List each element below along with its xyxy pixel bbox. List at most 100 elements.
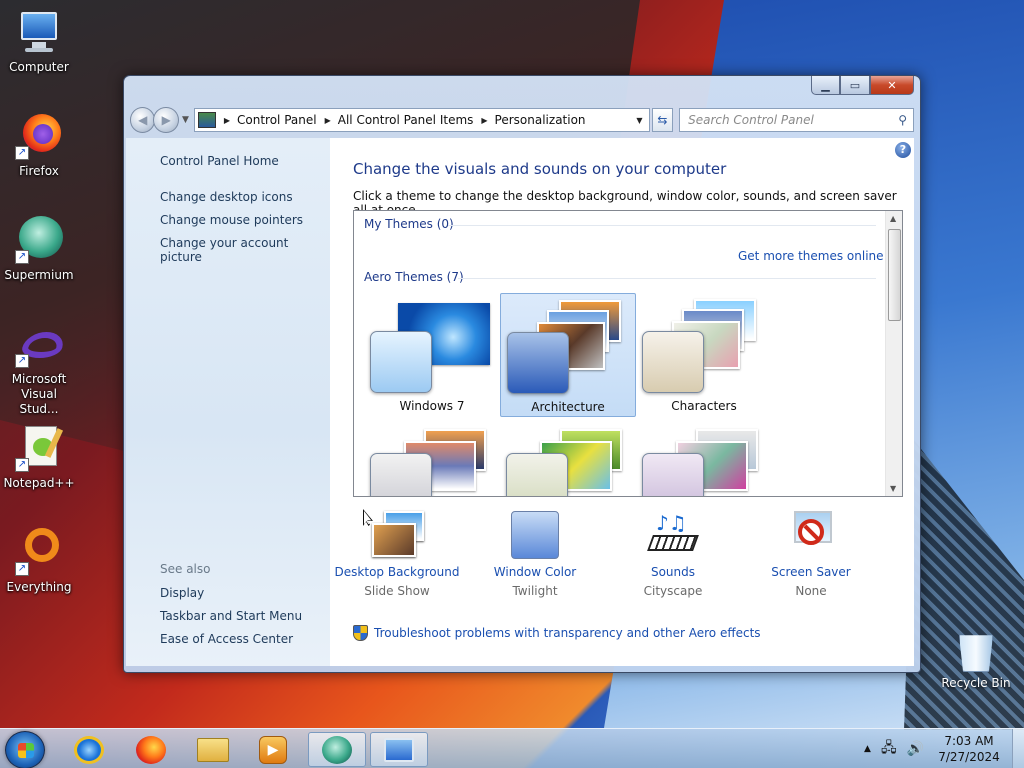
chevron-right-icon[interactable]: ▶ [481,116,487,125]
maximize-button[interactable]: ▭ [840,76,870,95]
theme-list: My Themes (0) Get more themes online Aer… [353,210,903,497]
sidebar-link-desktop-icons[interactable]: Change desktop icons [160,190,293,204]
show-hidden-icons-icon[interactable]: ▲ [864,744,871,754]
scroll-up-icon[interactable]: ▲ [890,214,896,223]
media-player-icon: ▶ [259,735,287,764]
personalization-window: ▁ ▭ ✕ ◀ ▶ ▼ ▶ Control Panel ▶ All Contro… [123,75,921,673]
forward-button[interactable]: ▶ [153,107,179,133]
theme-architecture[interactable]: Architecture [500,293,636,417]
taskbar-supermium[interactable] [308,732,366,767]
aero-themes-group[interactable]: Aero Themes (7) [364,270,464,284]
sidebar-link-account-picture[interactable]: Change your account picture [160,236,330,264]
address-dropdown-icon[interactable]: ▼ [636,116,642,125]
refresh-icon: ⇆ [657,113,668,127]
clock-time: 7:03 AM [944,734,994,748]
desktop-icon-notepad[interactable]: ↗ Notepad++ [0,424,78,491]
desktop-icon-computer[interactable]: Computer [0,8,78,75]
chevron-right-icon[interactable]: ▶ [325,116,331,125]
theme-color-swatch [642,453,704,496]
recent-pages-dropdown[interactable]: ▼ [182,115,189,125]
show-desktop-button[interactable] [1012,729,1024,768]
refresh-button[interactable]: ⇆ [651,108,674,132]
window-color-setting[interactable]: Window Color Twilight [465,509,605,598]
taskbar-explorer[interactable] [186,732,240,767]
computer-icon [15,8,63,56]
clock-date: 7/27/2024 [938,750,1000,764]
taskbar-control-panel[interactable] [370,732,428,767]
desktop-icon-firefox[interactable]: ↗ Firefox [0,112,78,179]
sounds-link[interactable]: Sounds [603,565,743,579]
main-panel: ? Change the visuals and sounds on your … [330,138,914,666]
taskbar-firefox[interactable] [124,732,178,767]
uac-shield-icon [353,625,368,641]
search-input[interactable]: Search Control Panel ⚲ [679,108,915,132]
close-button[interactable]: ✕ [870,76,914,95]
screen-saver-link[interactable]: Screen Saver [741,565,881,579]
clock[interactable]: 7:03 AM 7/27/2024 [934,733,1004,765]
theme-preview-partial[interactable] [500,423,636,496]
sounds-setting[interactable]: ♪♫ Sounds Cityscape [603,509,743,598]
minimize-button[interactable]: ▁ [811,76,840,95]
theme-preview-partial[interactable] [364,423,500,496]
everything-icon: ↗ [15,528,63,576]
sidebar-link-taskbar[interactable]: Taskbar and Start Menu [160,609,302,623]
sidebar-link-control-panel-home[interactable]: Control Panel Home [160,154,279,168]
scrollbar-thumb[interactable] [888,229,901,321]
screen-saver-setting[interactable]: Screen Saver None [741,509,881,598]
get-more-themes-link[interactable]: Get more themes online [738,249,884,263]
theme-list-scrollbar[interactable]: ▲ ▼ [885,211,902,496]
start-button[interactable] [5,731,45,768]
sidebar-link-mouse-pointers[interactable]: Change mouse pointers [160,213,303,227]
address-bar[interactable]: ▶ Control Panel ▶ All Control Panel Item… [193,108,650,132]
desktop-icon-everything[interactable]: ↗ Everything [0,528,78,595]
taskbar-media-player[interactable]: ▶ [246,732,300,767]
theme-windows-7[interactable]: Windows 7 [364,293,500,417]
theme-characters[interactable]: Characters [636,293,772,417]
close-icon: ✕ [887,78,897,92]
supermium-icon [322,735,352,764]
sounds-value: Cityscape [643,584,703,598]
my-themes-group[interactable]: My Themes (0) [364,217,454,231]
taskbar-internet-explorer[interactable] [62,732,116,767]
breadcrumb-all-items[interactable]: All Control Panel Items [338,113,474,127]
theme-color-swatch [642,331,704,393]
recycle-bin-icon [959,635,993,672]
back-button[interactable]: ◀ [130,107,156,133]
scroll-down-icon[interactable]: ▼ [890,484,896,493]
window-color-value: Twilight [512,584,558,598]
shortcut-arrow-icon: ↗ [15,458,29,472]
breadcrumb-personalization[interactable]: Personalization [495,113,586,127]
breadcrumb-control-panel[interactable]: Control Panel [237,113,317,127]
help-icon[interactable]: ? [895,142,911,158]
window-color-link[interactable]: Window Color [465,565,605,579]
shortcut-arrow-icon: ↗ [15,354,29,368]
visual-studio-icon: ↗ [15,328,67,368]
sidebar: Control Panel Home Change desktop icons … [126,138,330,666]
desktop-background-link[interactable]: Desktop Background [327,565,467,579]
desktop-icon-recycle-bin[interactable]: Recycle Bin [940,632,1012,690]
sidebar-link-ease-of-access[interactable]: Ease of Access Center [160,632,293,646]
shortcut-arrow-icon: ↗ [15,146,29,160]
desktop-icon-supermium[interactable]: ↗ Supermium [0,216,78,283]
theme-preview-partial[interactable] [636,423,772,496]
volume-icon[interactable]: 🔊 [907,741,924,757]
supermium-icon: ↗ [15,216,63,264]
screen-saver-icon [784,509,838,561]
troubleshoot-link[interactable]: Troubleshoot problems with transparency … [353,625,761,641]
desktop-icon-visual-studio[interactable]: ↗ Microsoft Visual Stud... [0,328,78,417]
sidebar-link-display[interactable]: Display [160,586,204,600]
shortcut-arrow-icon: ↗ [15,562,29,576]
navigation-bar: ◀ ▶ ▼ ▶ Control Panel ▶ All Control Pane… [130,106,915,134]
see-also-heading: See also [160,562,211,576]
group-divider [458,278,876,279]
arrow-right-icon: ▶ [161,113,171,127]
chevron-right-icon[interactable]: ▶ [224,116,230,125]
desktop-background-icon [370,509,424,561]
page-title: Change the visuals and sounds on your co… [353,160,727,178]
taskbar: ▶ ▲ 🖧 🔊 7:03 AM 7/27/2024 [0,728,1024,768]
desktop-background-setting[interactable]: Desktop Background Slide Show [327,509,467,598]
shortcut-arrow-icon: ↗ [15,250,29,264]
desktop-background-value: Slide Show [364,584,430,598]
search-icon[interactable]: ⚲ [898,113,907,127]
network-icon[interactable]: 🖧 [881,737,897,761]
